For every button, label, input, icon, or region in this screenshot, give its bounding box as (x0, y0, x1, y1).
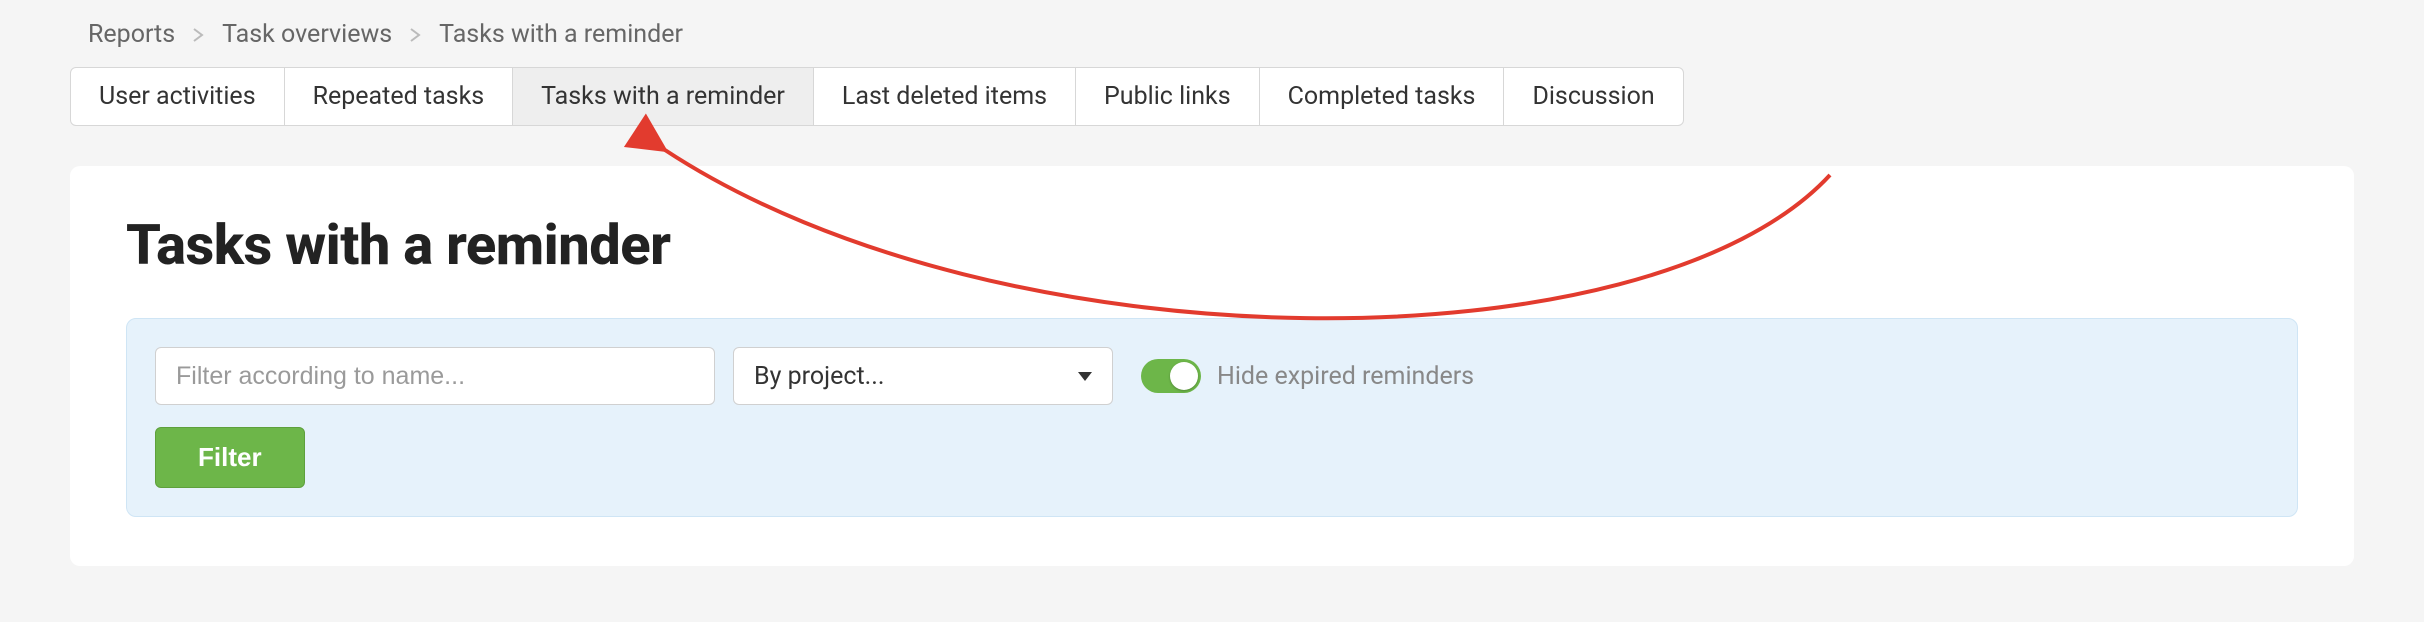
project-select[interactable]: By project... (733, 347, 1113, 405)
caret-down-icon (1078, 372, 1092, 381)
filter-name-input[interactable] (155, 347, 715, 405)
tab-public-links[interactable]: Public links (1075, 67, 1260, 126)
tab-last-deleted-items[interactable]: Last deleted items (813, 67, 1076, 126)
tab-discussion[interactable]: Discussion (1503, 67, 1683, 126)
breadcrumb-item-current[interactable]: Tasks with a reminder (439, 20, 683, 49)
breadcrumb: Reports Task overviews Tasks with a remi… (70, 20, 2354, 49)
hide-expired-toggle[interactable] (1141, 359, 1201, 393)
content-card: Tasks with a reminder By project... Hide… (70, 166, 2354, 566)
filter-panel: By project... Hide expired reminders Fil… (126, 318, 2298, 517)
toggle-knob (1170, 362, 1198, 390)
tab-bar: User activities Repeated tasks Tasks wit… (70, 67, 2354, 126)
breadcrumb-item-task-overviews[interactable]: Task overviews (222, 20, 392, 49)
tab-completed-tasks[interactable]: Completed tasks (1259, 67, 1505, 126)
tab-user-activities[interactable]: User activities (70, 67, 285, 126)
hide-expired-label: Hide expired reminders (1217, 362, 1474, 391)
project-select-label: By project... (754, 362, 884, 391)
filter-button[interactable]: Filter (155, 427, 305, 488)
chevron-right-icon (410, 28, 421, 42)
tab-repeated-tasks[interactable]: Repeated tasks (284, 67, 514, 126)
chevron-right-icon (193, 28, 204, 42)
page-title: Tasks with a reminder (126, 212, 2298, 278)
tab-tasks-with-reminder[interactable]: Tasks with a reminder (512, 67, 814, 126)
breadcrumb-item-reports[interactable]: Reports (88, 20, 175, 49)
